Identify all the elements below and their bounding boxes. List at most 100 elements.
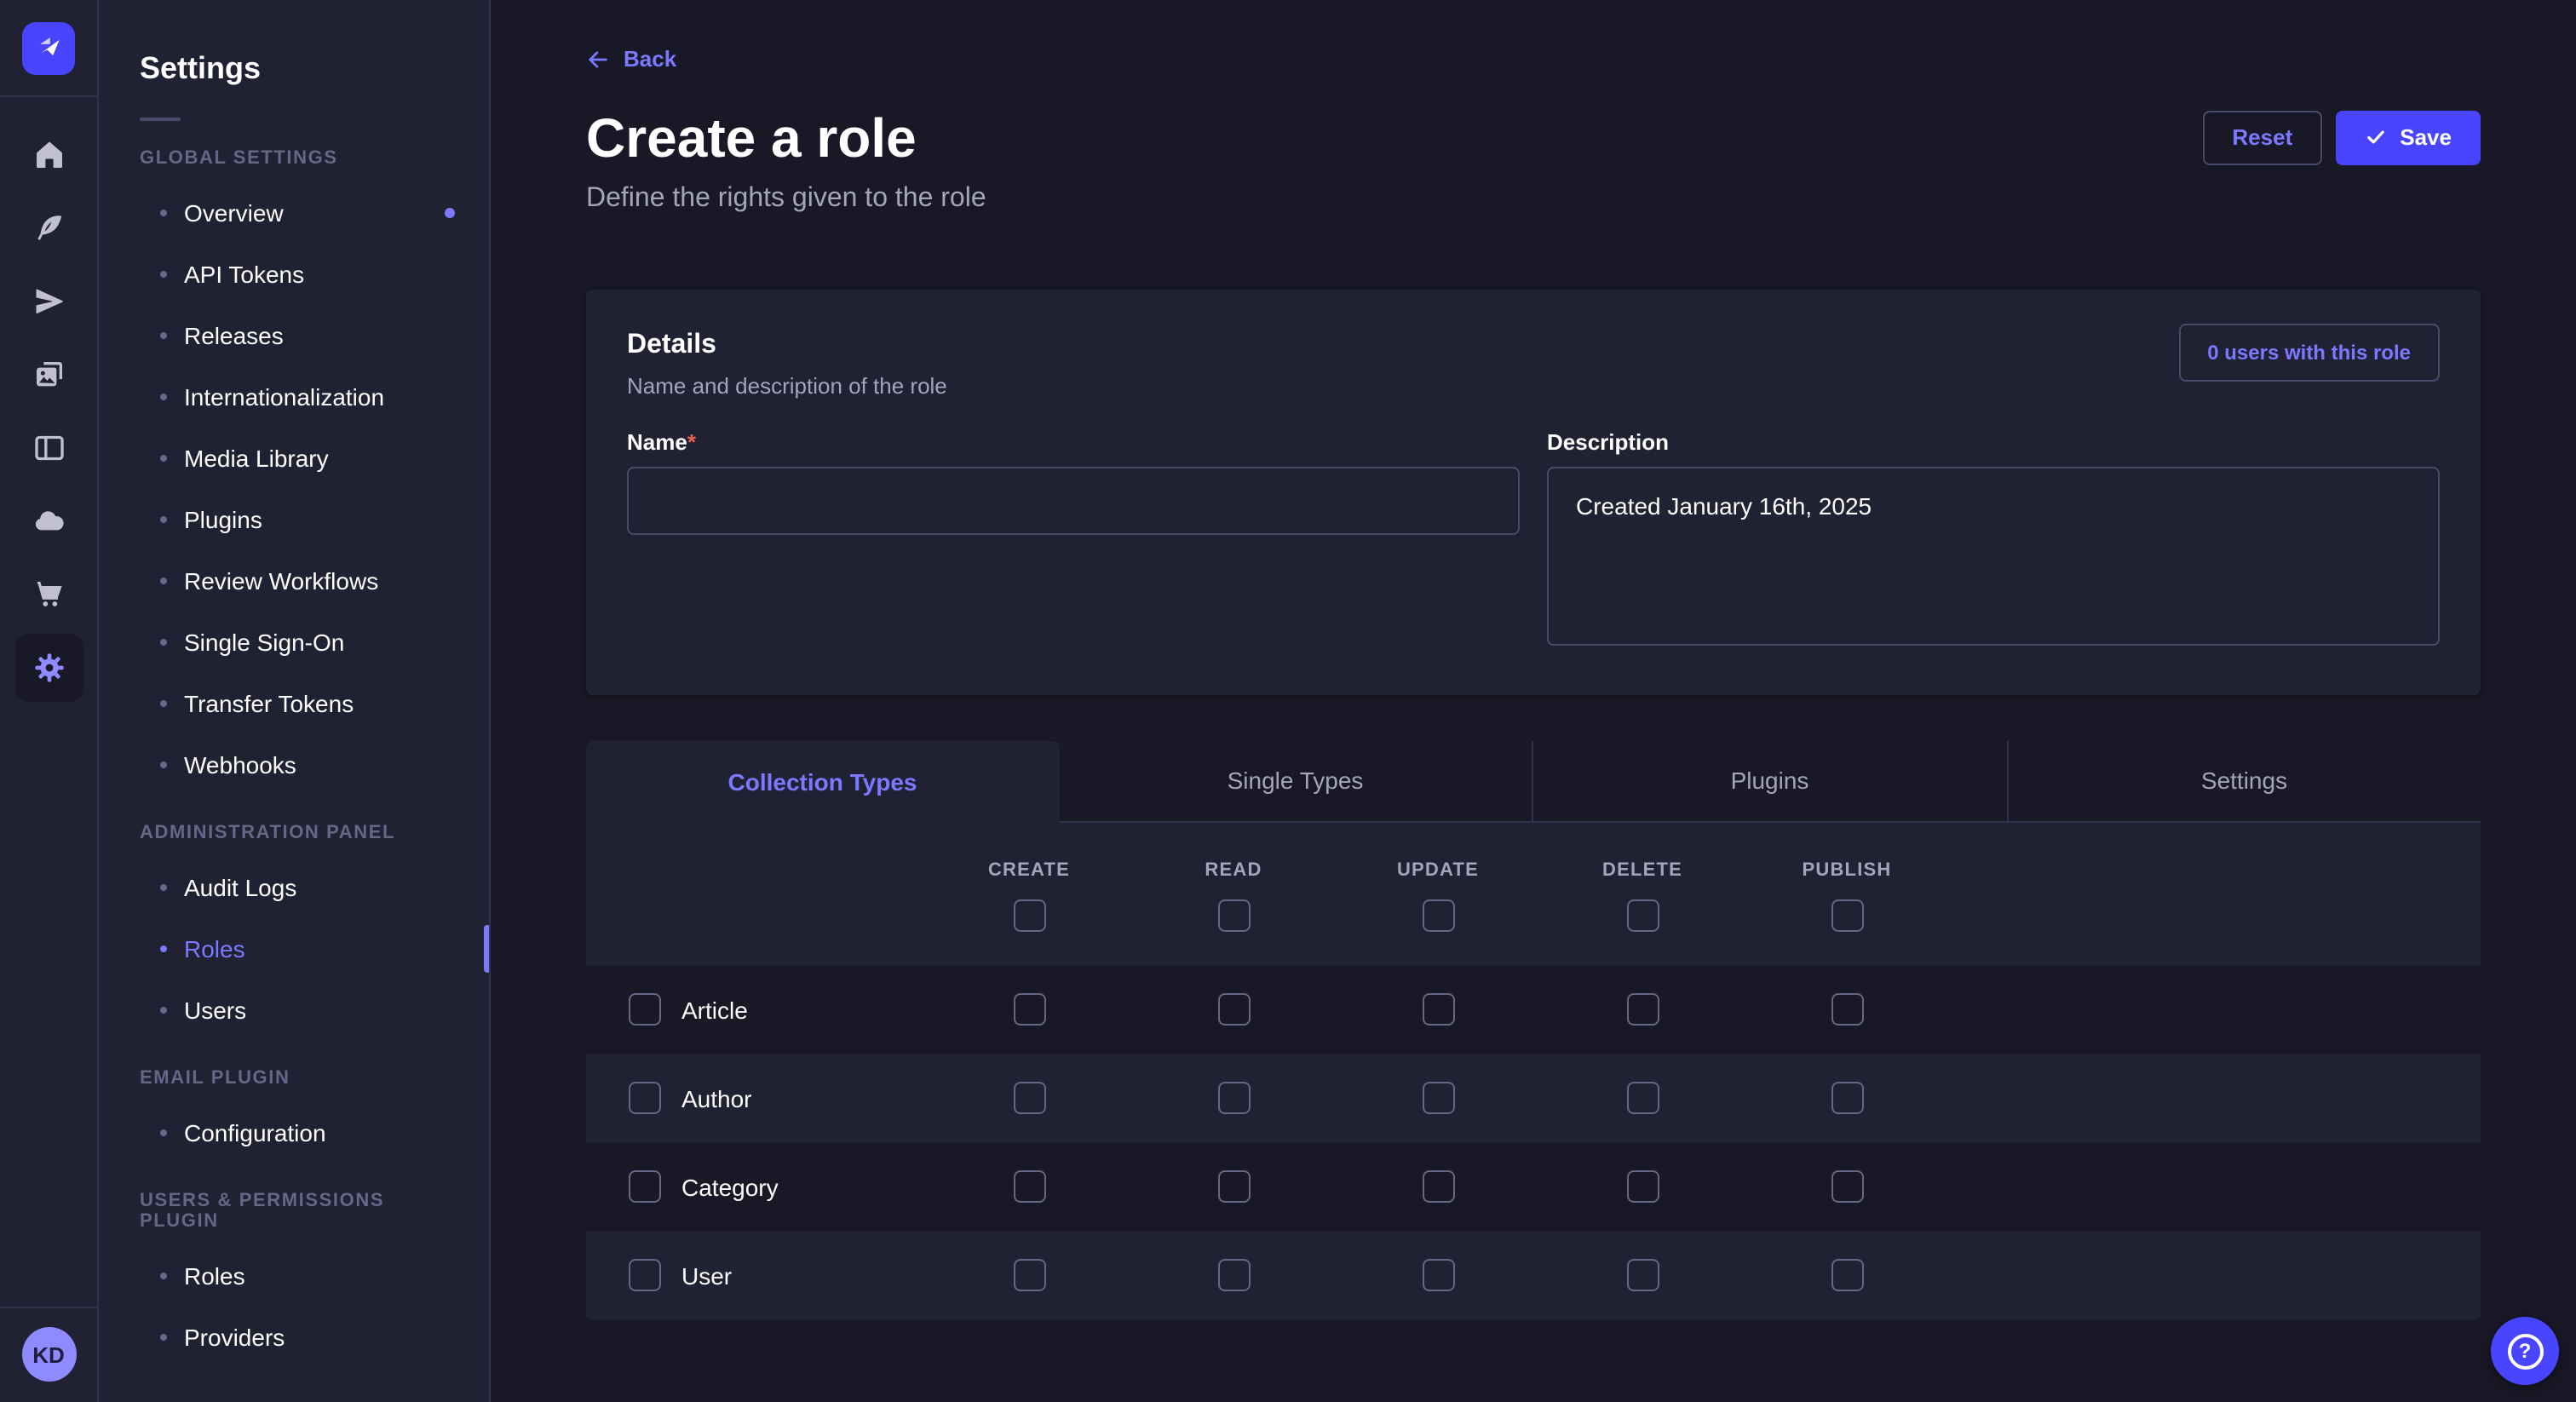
sidebar-item-media-library[interactable]: Media Library bbox=[140, 428, 448, 489]
cell-delete bbox=[1540, 994, 1745, 1026]
sidebar-item-audit-logs[interactable]: Audit Logs bbox=[140, 857, 448, 918]
name-input[interactable] bbox=[627, 467, 1520, 535]
bullet-icon bbox=[160, 210, 167, 216]
sidebar-item-single-sign-on[interactable]: Single Sign-On bbox=[140, 612, 448, 673]
sidebar-item-providers[interactable]: Providers bbox=[140, 1307, 448, 1368]
tab-plugins[interactable]: Plugins bbox=[1532, 741, 2006, 823]
sidebar-item-users[interactable]: Users bbox=[140, 980, 448, 1041]
select-all-create-checkbox[interactable] bbox=[1013, 899, 1045, 932]
cart-icon[interactable] bbox=[32, 577, 66, 612]
column-label: PUBLISH bbox=[1803, 860, 1892, 881]
permission-checkbox[interactable] bbox=[1013, 994, 1045, 1026]
row-select-checkbox[interactable] bbox=[629, 994, 661, 1026]
save-label: Save bbox=[2400, 124, 2452, 150]
tab-collection-types[interactable]: Collection Types bbox=[586, 741, 1059, 823]
layout-icon[interactable] bbox=[32, 431, 66, 465]
cell-update bbox=[1336, 994, 1540, 1026]
question-mark-icon: ? bbox=[2507, 1333, 2543, 1369]
permission-checkbox[interactable] bbox=[1217, 1260, 1250, 1292]
permission-checkbox[interactable] bbox=[1831, 1260, 1863, 1292]
sidebar-item-overview[interactable]: Overview bbox=[140, 182, 448, 244]
section-label: ADMINISTRATION PANEL bbox=[140, 823, 448, 843]
permission-checkbox[interactable] bbox=[1013, 1171, 1045, 1204]
permission-checkbox[interactable] bbox=[1626, 994, 1659, 1026]
strapi-logo[interactable] bbox=[22, 21, 75, 74]
row-label: Category bbox=[681, 1174, 779, 1201]
page-title-block: Create a role Define the rights given to… bbox=[586, 105, 986, 215]
bullet-icon bbox=[160, 516, 167, 523]
settings-nav-item-active[interactable] bbox=[14, 634, 83, 702]
sidebar-item-label: Configuration bbox=[184, 1119, 326, 1146]
description-textarea[interactable]: Created January 16th, 2025 bbox=[1547, 467, 2440, 646]
feather-icon[interactable] bbox=[32, 211, 66, 245]
select-all-delete-checkbox[interactable] bbox=[1626, 899, 1659, 932]
sidebar-item-review-workflows[interactable]: Review Workflows bbox=[140, 550, 448, 612]
permission-checkbox[interactable] bbox=[1626, 1171, 1659, 1204]
permission-checkbox[interactable] bbox=[1217, 1171, 1250, 1204]
tab-single-types[interactable]: Single Types bbox=[1059, 741, 1532, 823]
back-link[interactable]: Back bbox=[586, 46, 676, 72]
select-all-publish-checkbox[interactable] bbox=[1831, 899, 1863, 932]
permission-checkbox[interactable] bbox=[1217, 994, 1250, 1026]
sidebar-item-up-roles[interactable]: Roles bbox=[140, 1245, 448, 1307]
permission-checkbox[interactable] bbox=[1217, 1083, 1250, 1115]
strapi-logo-icon bbox=[32, 31, 66, 65]
row-select-checkbox[interactable] bbox=[629, 1171, 661, 1204]
sidebar-item-roles-active[interactable]: Roles bbox=[140, 918, 448, 980]
reset-button[interactable]: Reset bbox=[2203, 110, 2321, 164]
arrow-left-icon bbox=[586, 47, 610, 71]
permission-checkbox[interactable] bbox=[1626, 1083, 1659, 1115]
cell-delete bbox=[1540, 1260, 1745, 1292]
cell-publish bbox=[1745, 994, 1949, 1026]
row-select-checkbox[interactable] bbox=[629, 1083, 661, 1115]
sidebar-item-transfer-tokens[interactable]: Transfer Tokens bbox=[140, 673, 448, 734]
bullet-icon bbox=[160, 945, 167, 952]
main-content: Back Create a role Define the rights giv… bbox=[491, 0, 2576, 1402]
details-card: Details Name and description of the role… bbox=[586, 290, 2481, 695]
cell-read bbox=[1131, 1260, 1336, 1292]
column-label: DELETE bbox=[1602, 860, 1682, 881]
notification-dot-icon bbox=[445, 208, 455, 218]
bullet-icon bbox=[160, 394, 167, 400]
permissions-table-header: CREATE READ UPDATE DELETE bbox=[586, 823, 2481, 966]
home-icon[interactable] bbox=[32, 138, 66, 172]
users-with-role-button[interactable]: 0 users with this role bbox=[2178, 324, 2440, 382]
user-avatar[interactable]: KD bbox=[21, 1327, 76, 1382]
permission-checkbox[interactable] bbox=[1422, 1083, 1454, 1115]
select-all-update-checkbox[interactable] bbox=[1422, 899, 1454, 932]
cell-create bbox=[927, 1171, 1131, 1204]
sidebar-item-releases[interactable]: Releases bbox=[140, 305, 448, 366]
help-button[interactable]: ? bbox=[2491, 1317, 2559, 1385]
tab-settings[interactable]: Settings bbox=[2006, 741, 2481, 823]
cell-create bbox=[927, 1260, 1131, 1292]
permission-checkbox[interactable] bbox=[1422, 1260, 1454, 1292]
permission-checkbox[interactable] bbox=[1013, 1083, 1045, 1115]
paper-plane-icon[interactable] bbox=[32, 284, 66, 319]
sidebar-item-api-tokens[interactable]: API Tokens bbox=[140, 244, 448, 305]
sidebar-item-label: Single Sign-On bbox=[184, 629, 344, 656]
cloud-icon[interactable] bbox=[32, 504, 66, 538]
row-head: Author bbox=[586, 1083, 927, 1115]
permission-checkbox[interactable] bbox=[1626, 1260, 1659, 1292]
section-label: GLOBAL SETTINGS bbox=[140, 148, 448, 169]
save-button[interactable]: Save bbox=[2335, 110, 2481, 164]
header-actions: Reset Save bbox=[2203, 110, 2481, 164]
permission-checkbox[interactable] bbox=[1422, 994, 1454, 1026]
settings-sidebar: Settings GLOBAL SETTINGS Overview API To… bbox=[99, 0, 491, 1402]
details-subtitle: Name and description of the role bbox=[627, 373, 947, 399]
sidebar-item-internationalization[interactable]: Internationalization bbox=[140, 366, 448, 428]
permission-checkbox[interactable] bbox=[1013, 1260, 1045, 1292]
section-label: EMAIL PLUGIN bbox=[140, 1068, 448, 1089]
permission-checkbox[interactable] bbox=[1831, 994, 1863, 1026]
sidebar-item-plugins[interactable]: Plugins bbox=[140, 489, 448, 550]
permission-checkbox[interactable] bbox=[1422, 1171, 1454, 1204]
sidebar-item-webhooks[interactable]: Webhooks bbox=[140, 734, 448, 796]
sidebar-item-configuration[interactable]: Configuration bbox=[140, 1102, 448, 1164]
permission-checkbox[interactable] bbox=[1831, 1083, 1863, 1115]
permission-checkbox[interactable] bbox=[1831, 1171, 1863, 1204]
row-select-checkbox[interactable] bbox=[629, 1260, 661, 1292]
media-library-icon[interactable] bbox=[32, 358, 66, 392]
column-label: READ bbox=[1205, 860, 1262, 881]
permission-row-author: Author bbox=[586, 1054, 2481, 1143]
select-all-read-checkbox[interactable] bbox=[1217, 899, 1250, 932]
